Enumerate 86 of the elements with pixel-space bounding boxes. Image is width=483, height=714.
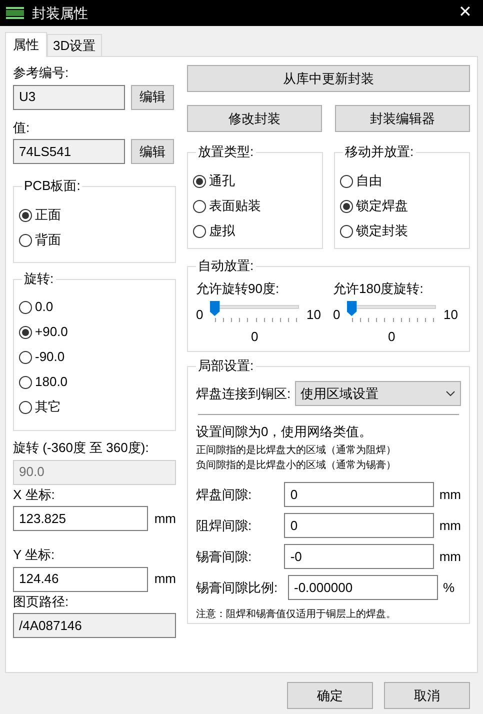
option-label: 正面 [35, 207, 61, 223]
option-label: 虚拟 [209, 223, 235, 239]
hint-text: 正间隙指的是比焊盘大的区域（通常为阻焊） [196, 444, 397, 458]
field-label: 旋转 (-360度 至 360度): [13, 439, 150, 457]
group-title: 局部设置: [196, 358, 256, 374]
window-title: 封装属性 [32, 4, 89, 22]
option-label: 其它 [35, 399, 61, 415]
slider-thumb[interactable] [210, 301, 220, 316]
input-field[interactable]: 74LS541 [13, 139, 125, 164]
close-button[interactable]: ✕ [453, 1, 477, 25]
slider-min: 0 [333, 306, 342, 324]
option-label: +90.0 [35, 324, 68, 340]
unit-label: mm [154, 570, 176, 588]
group-title: PCB板面: [22, 178, 82, 194]
group-title: 移动并放置: [343, 144, 416, 160]
option-label: 通孔 [209, 173, 235, 189]
radio-button[interactable] [340, 174, 353, 188]
option-label: -90.0 [35, 349, 65, 365]
slider-max: 10 [306, 306, 321, 324]
field-label: 参考编号: [13, 64, 70, 82]
option-label: 背面 [35, 232, 61, 248]
field-label: 焊盘连接到铜区: [196, 384, 291, 403]
edit-button[interactable]: 编辑 [131, 84, 174, 110]
unit-label: % [443, 578, 455, 597]
radio-button[interactable] [193, 224, 206, 238]
radio-button[interactable] [19, 376, 32, 388]
dialog-button[interactable]: 确定 [287, 682, 373, 709]
option-label: 0.0 [35, 299, 54, 315]
slider-label: 允许180度旋转: [333, 281, 424, 297]
input-field[interactable]: 0 [284, 513, 434, 538]
input-field[interactable]: 124.46 [13, 566, 148, 592]
radio-button[interactable] [193, 174, 206, 188]
slider-value: 0 [251, 328, 258, 346]
edit-button[interactable]: 编辑 [131, 139, 174, 164]
tab[interactable]: 属性 [5, 32, 47, 57]
group-title: 旋转: [22, 271, 56, 287]
field-label: Y 坐标: [13, 546, 56, 564]
radio-button[interactable] [19, 208, 32, 222]
radio-button[interactable] [340, 224, 353, 238]
update-button[interactable]: 从库中更新封装 [187, 65, 470, 92]
change-footprint-button[interactable]: 修改封装 [187, 105, 322, 132]
group-title: 自动放置: [196, 258, 256, 274]
input-field[interactable]: 123.825 [13, 506, 148, 531]
footnote-text: 注意：阻焊和锡膏值仅适用于铜层上的焊盘。 [196, 608, 397, 622]
dropdown[interactable]: 使用区域设置 [294, 381, 461, 406]
note-text: 设置间隙为0，使用网络类值。 [196, 424, 374, 440]
dialog-button[interactable]: 取消 [384, 682, 470, 709]
unit-label: mm [439, 548, 461, 566]
option-label: 180.0 [35, 374, 68, 390]
footprint-editor-button[interactable]: 封装编辑器 [335, 105, 470, 132]
field-label: 锡膏间隙比例: [196, 578, 279, 597]
unit-label: mm [154, 510, 176, 528]
field-label: 锡膏间隙: [196, 548, 253, 566]
input-field[interactable]: 0 [284, 482, 434, 507]
unit-label: mm [439, 486, 461, 504]
field-label: 值: [13, 118, 31, 136]
slider-value: 0 [388, 328, 396, 346]
hint-text: 负间隙指的是比焊盘小的区域（通常为锡膏） [196, 458, 397, 473]
slider-label: 允许旋转90度: [196, 281, 280, 297]
slider-thumb[interactable] [346, 301, 357, 316]
chip-icon [6, 7, 24, 19]
slider-max: 10 [444, 306, 458, 324]
caret-icon [446, 390, 455, 396]
input-field[interactable]: /4A087146 [13, 613, 176, 638]
field-label: X 坐标: [13, 486, 56, 504]
option-label: 自由 [356, 173, 382, 189]
input-field[interactable]: -0.000000 [288, 575, 438, 600]
option-label: 锁定封装 [356, 223, 408, 239]
radio-button[interactable] [19, 350, 32, 364]
field-label: 焊盘间隙: [196, 486, 253, 504]
tab[interactable]: 3D设置 [47, 34, 102, 56]
radio-button[interactable] [19, 300, 32, 314]
unit-label: mm [439, 516, 461, 535]
radio-button[interactable] [19, 234, 32, 246]
slider-min: 0 [196, 306, 204, 324]
input-field[interactable]: U3 [13, 84, 125, 110]
group-title: 放置类型: [196, 144, 256, 160]
field-label: 图页路径: [13, 592, 70, 610]
option-label: 锁定焊盘 [356, 198, 408, 214]
radio-button[interactable] [193, 200, 206, 212]
radio-button[interactable] [19, 400, 32, 414]
radio-button[interactable] [19, 326, 32, 338]
input-field[interactable]: -0 [284, 544, 434, 569]
option-label: 表面贴装 [209, 198, 261, 214]
radio-button[interactable] [340, 200, 353, 212]
field-label: 阻焊间隙: [196, 516, 253, 535]
